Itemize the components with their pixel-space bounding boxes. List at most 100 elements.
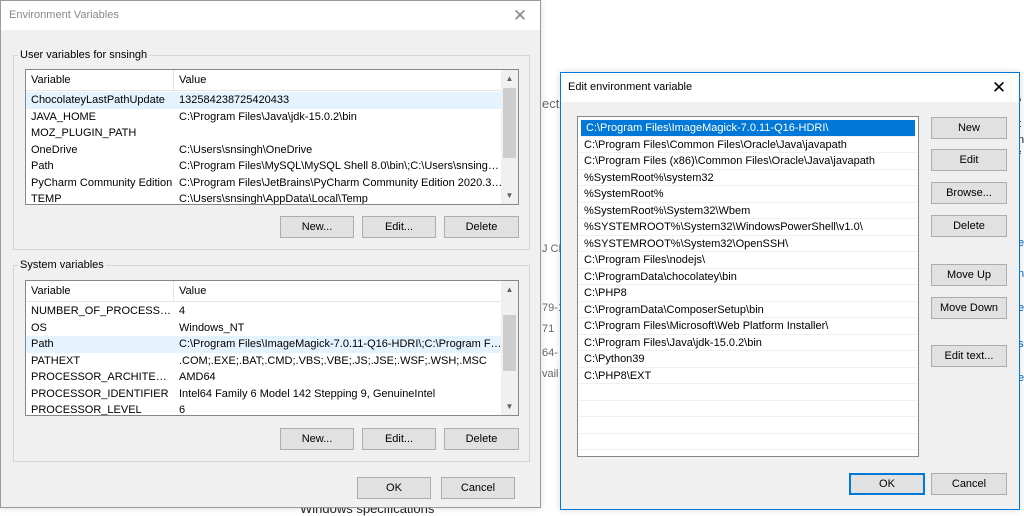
user-list-scrollbar[interactable]: ▲ ▼ (501, 70, 518, 204)
empty-list-row (579, 384, 917, 401)
column-header-value[interactable]: Value (174, 70, 503, 91)
system-variables-label: System variables (18, 259, 106, 271)
variable-cell: PROCESSOR_IDENTIFIER (31, 387, 169, 400)
delete-entry-button[interactable]: Delete (931, 215, 1007, 237)
list-item[interactable]: %SYSTEMROOT%\System32\WindowsPowerShell\… (579, 219, 917, 236)
variable-cell: OneDrive (31, 143, 78, 156)
cancel-button[interactable]: Cancel (441, 477, 515, 499)
table-row[interactable]: ChocolateyLastPathUpdate 1325842387254204… (26, 92, 501, 109)
value-cell: C:\Program Files\JetBrains\PyCharm Commu… (179, 176, 501, 189)
list-item[interactable]: C:\Program Files\Java\jdk-15.0.2\bin (579, 335, 917, 351)
title-bar: Edit environment variable ✕ (561, 73, 1019, 102)
empty-list-row (579, 434, 917, 450)
variable-cell: TEMP (31, 193, 62, 205)
scroll-up-icon[interactable]: ▲ (501, 70, 518, 87)
list-item[interactable]: C:\Program Files\ImageMagick-7.0.11-Q16-… (581, 120, 915, 137)
list-item[interactable]: C:\ProgramData\ComposerSetup\bin (579, 302, 917, 318)
list-item[interactable]: C:\Program Files\nodejs\ (579, 252, 917, 269)
table-row[interactable]: PyCharm Community Edition C:\Program File… (26, 175, 501, 192)
table-row[interactable]: OneDrive C:\Users\snsingh\OneDrive (26, 142, 501, 159)
value-cell: C:\Program Files\MySQL\MySQL Shell 8.0\b… (179, 160, 501, 172)
user-variables-label: User variables for snsingh (18, 49, 150, 61)
value-cell: 6 (179, 404, 186, 416)
list-item[interactable]: %SYSTEMROOT%\System32\OpenSSH\ (579, 236, 917, 252)
scroll-up-icon[interactable]: ▲ (501, 281, 518, 298)
table-row[interactable]: NUMBER_OF_PROCESSORS 4 (26, 303, 501, 320)
table-row[interactable]: OS Windows_NT (26, 320, 501, 337)
variable-cell: NUMBER_OF_PROCESSORS (31, 305, 174, 317)
table-row[interactable]: PATHEXT .COM;.EXE;.BAT;.CMD;.VBS;.VBE;.JS… (26, 353, 501, 370)
user-variables-list[interactable]: Variable Value ChocolateyLastPathUpdate 1… (25, 69, 519, 205)
list-item[interactable]: C:\ProgramData\chocolatey\bin (579, 269, 917, 285)
user-edit-button[interactable]: Edit... (362, 216, 436, 238)
user-new-button[interactable]: New... (280, 216, 354, 238)
scroll-down-icon[interactable]: ▼ (501, 398, 518, 415)
list-item[interactable]: C:\Program Files (x86)\Common Files\Orac… (579, 153, 917, 170)
variable-cell: Path (31, 160, 54, 172)
close-icon: ✕ (512, 6, 528, 25)
system-variables-list[interactable]: Variable Value NUMBER_OF_PROCESSORS 4 OS Wi… (25, 280, 519, 416)
list-item[interactable]: C:\Program Files\Microsoft\Web Platform … (579, 318, 917, 335)
move-up-button[interactable]: Move Up (931, 264, 1007, 286)
value-cell: C:\Users\snsingh\AppData\Local\Temp (179, 193, 368, 205)
table-row[interactable]: Path C:\Program Files\ImageMagick-7.0.11-… (26, 336, 501, 353)
cancel-button[interactable]: Cancel (931, 473, 1007, 495)
scroll-thumb[interactable] (503, 88, 516, 158)
edit-entry-button[interactable]: Edit (931, 149, 1007, 171)
browse-button[interactable]: Browse... (931, 182, 1007, 204)
list-item[interactable]: C:\Program Files\Common Files\Oracle\Jav… (579, 137, 917, 153)
close-button[interactable]: ✕ (500, 1, 540, 30)
column-header-variable[interactable]: Variable (26, 70, 174, 91)
ok-button[interactable]: OK (849, 473, 925, 495)
list-item[interactable]: C:\Python39 (579, 351, 917, 368)
variable-cell: ChocolateyLastPathUpdate (31, 94, 165, 106)
variable-cell: OS (31, 321, 47, 334)
system-new-button[interactable]: New... (280, 428, 354, 450)
close-icon: ✕ (991, 78, 1007, 97)
system-list-scrollbar[interactable]: ▲ ▼ (501, 281, 518, 415)
system-delete-button[interactable]: Delete (444, 428, 519, 450)
close-button[interactable]: ✕ (979, 73, 1019, 102)
value-cell: .COM;.EXE;.BAT;.CMD;.VBS;.VBE;.JS;.JSE;.… (179, 354, 487, 367)
empty-list-row (579, 401, 917, 417)
variable-cell: PROCESSOR_LEVEL (31, 404, 142, 416)
column-header-variable[interactable]: Variable (26, 281, 174, 302)
edit-text-button[interactable]: Edit text... (931, 345, 1007, 367)
background-text: vail (542, 368, 559, 380)
variable-cell: MOZ_PLUGIN_PATH (31, 127, 137, 139)
value-cell: 4 (179, 305, 186, 317)
table-row[interactable]: JAVA_HOME C:\Program Files\Java\jdk-15.0.… (26, 109, 501, 126)
system-edit-button[interactable]: Edit... (362, 428, 436, 450)
user-delete-button[interactable]: Delete (444, 216, 519, 238)
scroll-down-icon[interactable]: ▼ (501, 187, 518, 204)
list-header: Variable Value (26, 281, 501, 302)
table-row[interactable]: PROCESSOR_ARCHITECTURE AMD64 (26, 369, 501, 386)
dialog-title: Environment Variables (9, 9, 119, 21)
list-item[interactable]: %SystemRoot% (579, 186, 917, 203)
list-item[interactable]: %SystemRoot%\system32 (579, 170, 917, 186)
table-row[interactable]: PROCESSOR_IDENTIFIER Intel64 Family 6 Mod… (26, 386, 501, 403)
edit-environment-variable-dialog: Edit environment variable ✕ C:\Program F… (560, 72, 1020, 510)
list-item[interactable]: C:\PHP8\EXT (579, 368, 917, 384)
path-entries-list[interactable]: C:\Program Files\ImageMagick-7.0.11-Q16-… (577, 116, 919, 457)
table-row[interactable]: MOZ_PLUGIN_PATH (26, 125, 501, 142)
background-text: 64- (542, 347, 558, 359)
table-row[interactable]: PROCESSOR_LEVEL 6 (26, 402, 501, 416)
table-row[interactable]: TEMP C:\Users\snsingh\AppData\Local\Temp (26, 191, 501, 205)
list-header: Variable Value (26, 70, 501, 91)
new-entry-button[interactable]: New (931, 117, 1007, 139)
value-cell: Intel64 Family 6 Model 142 Stepping 9, G… (179, 387, 436, 400)
column-header-value[interactable]: Value (174, 281, 503, 302)
move-down-button[interactable]: Move Down (931, 297, 1007, 319)
environment-variables-dialog: Environment Variables ✕ User variables f… (0, 0, 541, 508)
ok-button[interactable]: OK (357, 477, 431, 499)
list-item[interactable]: %SystemRoot%\System32\Wbem (579, 203, 917, 219)
value-cell: C:\Users\snsingh\OneDrive (179, 143, 313, 156)
value-cell: C:\Program Files\ImageMagick-7.0.11-Q16-… (179, 338, 501, 350)
dialog-title: Edit environment variable (568, 81, 693, 93)
scroll-thumb[interactable] (503, 315, 516, 371)
value-cell: AMD64 (179, 371, 216, 383)
value-cell: Windows_NT (179, 321, 245, 334)
list-item[interactable]: C:\PHP8 (579, 285, 917, 302)
table-row[interactable]: Path C:\Program Files\MySQL\MySQL Shell 8… (26, 158, 501, 175)
